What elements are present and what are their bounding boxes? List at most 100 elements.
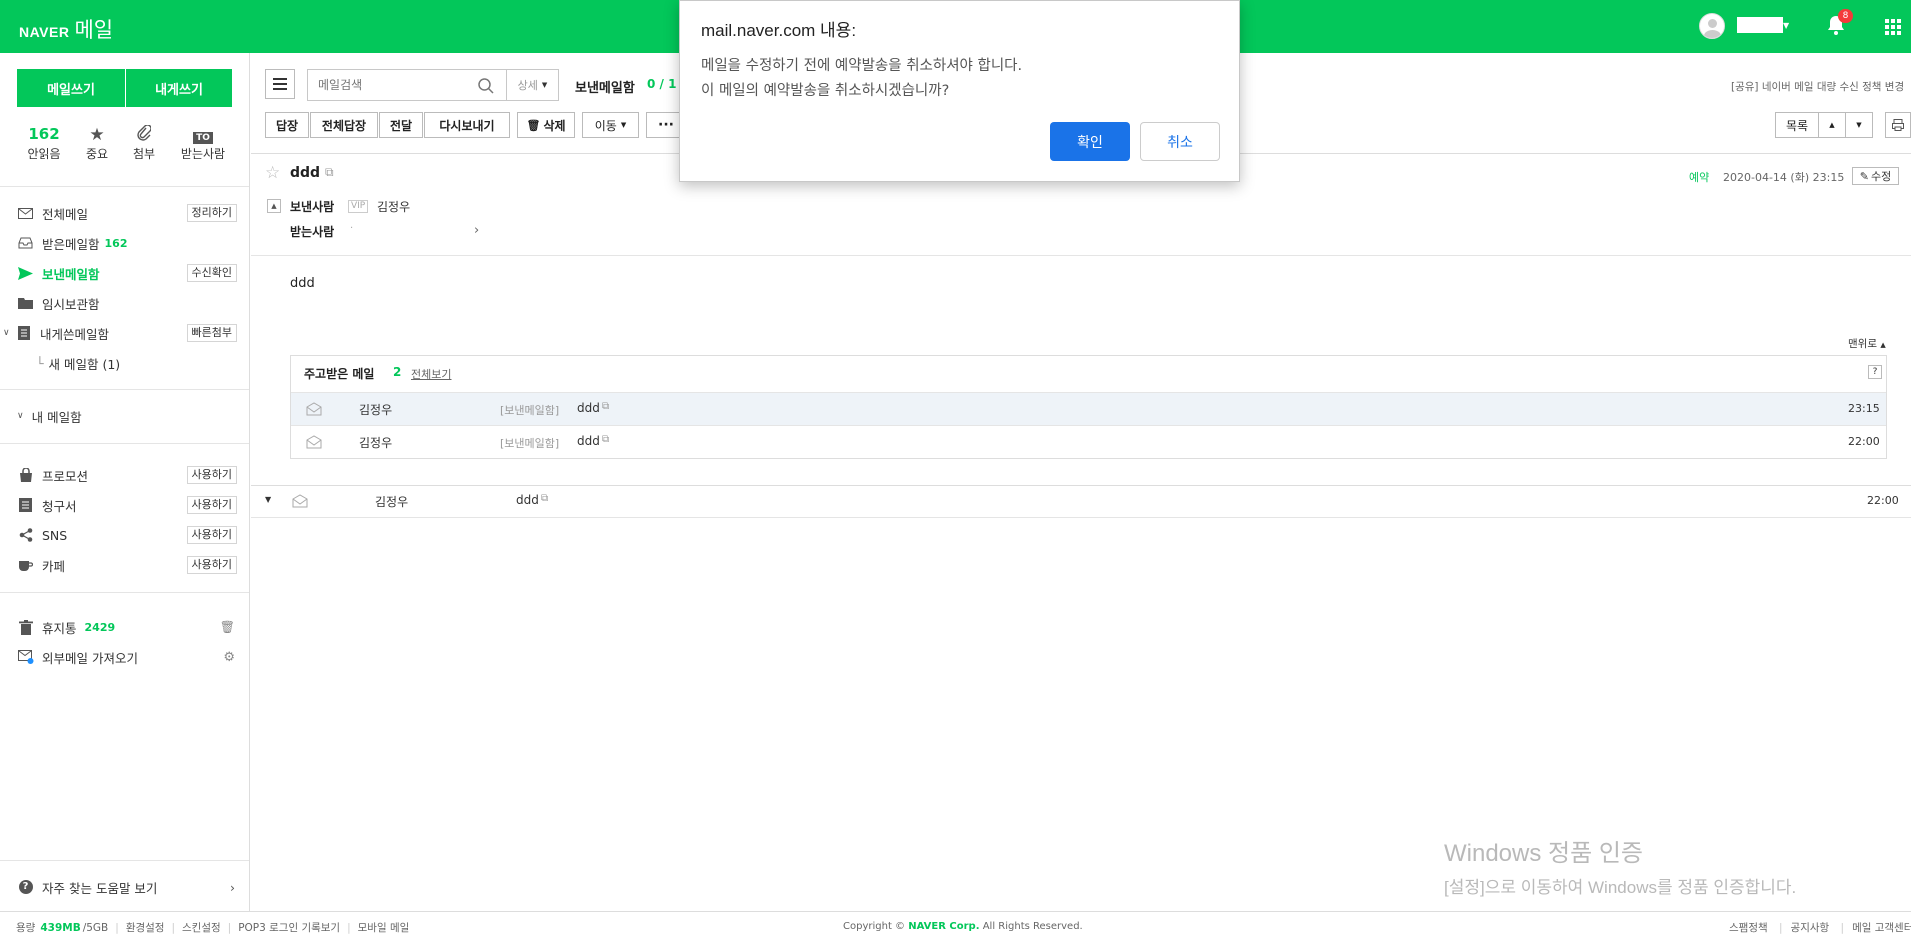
mail-open-icon [306, 435, 322, 449]
quick-unread[interactable]: 162 안읽음 [19, 125, 69, 162]
settings-link[interactable]: 환경설정 [126, 920, 165, 935]
watermark-title: Windows 정품 인증 [1444, 840, 1644, 867]
paperclip-icon [119, 124, 169, 145]
thread-row[interactable]: 김정우 [보낸메일함] ddd ⧉ 22:00 [291, 425, 1886, 458]
mobile-mail-link[interactable]: 모바일 메일 [358, 920, 410, 935]
folder-icon [17, 296, 34, 310]
move-button[interactable]: 이동 ▼ [582, 112, 639, 138]
use-button[interactable]: 사용하기 [186, 526, 237, 544]
user-menu-caret-icon[interactable]: ▼ [1783, 21, 1789, 30]
app-bills[interactable]: 청구서 사용하기 [17, 495, 239, 515]
collapse-header-button[interactable]: ▲ [267, 199, 281, 213]
help-link[interactable]: ? 자주 찾는 도움말 보기 › [17, 877, 239, 897]
forward-button[interactable]: 전달 [379, 112, 423, 138]
customer-center-link[interactable]: 메일 고객센터 [1852, 922, 1911, 934]
external-link-icon[interactable]: ⧉ [541, 493, 548, 504]
star-toggle-icon[interactable]: ☆ [265, 163, 280, 183]
external-link-icon[interactable]: ⧉ [325, 165, 334, 180]
thread-row[interactable]: 김정우 [보낸메일함] ddd ⧉ 23:15 [291, 392, 1886, 425]
copyright-pre: Copyright © [843, 921, 906, 932]
quick-recipients[interactable]: TO 받는사람 [178, 125, 228, 162]
pop3-log-link[interactable]: POP3 로그인 기록보기 [238, 920, 340, 935]
previous-mail-button[interactable]: ▲ [1818, 112, 1846, 138]
dialog-line-1: 메일을 수정하기 전에 예약발송을 취소하셔야 합니다. [701, 58, 1023, 74]
folder-sent[interactable]: 보낸메일함 수신확인 [17, 263, 239, 283]
folder-label: 새 메일함 (1) [48, 356, 121, 372]
gear-icon[interactable]: ⚙ [223, 650, 235, 665]
next-mail-sender: 김정우 [375, 495, 409, 509]
inbox-icon [17, 236, 34, 250]
app-cafe[interactable]: 카페 사용하기 [17, 555, 239, 575]
vip-badge[interactable]: VIP [348, 200, 369, 213]
expand-caret-icon[interactable]: ▼ [265, 495, 271, 504]
quick-attach-button[interactable]: 빠른첨부 [186, 324, 237, 342]
ok-button[interactable]: 확인 [1050, 122, 1130, 161]
folder-inbox[interactable]: 받은메일함 162 [17, 233, 239, 253]
user-avatar[interactable] [1699, 13, 1725, 39]
external-link-icon[interactable]: ⧉ [602, 434, 609, 445]
question-circle-icon: ? [17, 880, 34, 894]
chevron-down-icon[interactable]: ∨ [3, 328, 15, 338]
quick-important[interactable]: ★ 중요 [72, 125, 122, 162]
next-mail-button[interactable]: ▼ [1845, 112, 1873, 138]
recipient-redacted: · [350, 223, 354, 234]
next-mail-row[interactable]: ▼ 김정우 ddd ⧉ 22:00 [251, 486, 1911, 518]
search-detail-button[interactable]: 상세 ▼ [507, 69, 559, 101]
folder-all-mail[interactable]: 전체메일 정리하기 [17, 203, 239, 223]
my-mailbox-toggle[interactable]: ∨ 내 메일함 [17, 406, 239, 426]
copyright-post: All Rights Reserved. [982, 921, 1083, 932]
search-input[interactable] [318, 78, 458, 92]
apps-grid-icon[interactable] [1885, 19, 1901, 35]
reply-button[interactable]: 답장 [265, 112, 309, 138]
next-mail-subject[interactable]: ddd [516, 493, 539, 507]
app-sns[interactable]: SNS 사용하기 [17, 525, 239, 545]
resend-button[interactable]: 다시보내기 [424, 112, 510, 138]
list-button[interactable]: 목록 [1775, 112, 1819, 138]
folder-label: 내게쓴메일함 [40, 326, 110, 342]
folder-drafts[interactable]: 임시보관함 [17, 293, 239, 313]
print-icon[interactable] [1885, 112, 1911, 138]
quick-attachment[interactable]: 첨부 [119, 124, 169, 162]
spam-policy-link[interactable]: 스팸정책 [1729, 922, 1768, 934]
naver-mail-logo[interactable]: NAVER 메일 [19, 14, 113, 44]
search-icon[interactable] [478, 78, 494, 94]
thread-help-button[interactable]: ? [1868, 365, 1882, 379]
thread-time: 23:15 [1848, 402, 1880, 415]
thread-subject[interactable]: ddd [577, 434, 600, 448]
notice-link[interactable]: 공지사항 [1791, 922, 1830, 934]
footer-right: 스팸정책 | 공지사항 | 메일 고객센터 [1729, 920, 1911, 935]
folder-to-self[interactable]: ∨ 내게쓴메일함 빠른첨부 [3, 323, 239, 343]
write-mail-button[interactable]: 메일쓰기 [17, 69, 125, 107]
use-button[interactable]: 사용하기 [186, 556, 237, 574]
write-to-self-button[interactable]: 내게쓰기 [126, 69, 232, 107]
cancel-button[interactable]: 취소 [1140, 122, 1220, 161]
folder-new-mailbox[interactable]: └ 새 메일함 (1) [36, 353, 236, 373]
organize-button[interactable]: 정리하기 [186, 204, 237, 222]
thread-box: 주고받은 메일 2 전체보기 ? 김정우 [보낸메일함] ddd ⧉ 23:15… [290, 355, 1887, 459]
external-link-icon[interactable]: ⧉ [602, 401, 609, 412]
skin-settings-link[interactable]: 스킨설정 [182, 920, 221, 935]
view-all-link[interactable]: 전체보기 [411, 366, 451, 382]
edit-button[interactable]: ✎ 수정 [1852, 167, 1899, 185]
delete-button[interactable]: 🗑 삭제 [517, 112, 575, 138]
thread-sender: 김정우 [359, 436, 393, 450]
user-name-redacted[interactable] [1737, 17, 1783, 33]
copyright-corp[interactable]: NAVER Corp. [908, 921, 979, 932]
external-mail[interactable]: 외부메일 가져오기 ⚙ [17, 647, 239, 667]
folder-trash[interactable]: 휴지통 2429 🗑 [17, 617, 239, 637]
use-button[interactable]: 사용하기 [186, 496, 237, 514]
empty-trash-icon[interactable]: 🗑 [220, 620, 235, 634]
sender-name[interactable]: 김정우 [377, 198, 410, 215]
to-top-link[interactable]: 맨위로 ▲ [1848, 336, 1886, 351]
menu-toggle-button[interactable] [265, 69, 295, 99]
app-promotion[interactable]: 프로모션 사용하기 [17, 465, 239, 485]
folder-label: 보낸메일함 [42, 266, 100, 282]
reply-all-button[interactable]: 전체답장 [310, 112, 378, 138]
app-label: SNS [42, 527, 68, 543]
up-caret-icon: ▲ [1880, 341, 1886, 349]
read-receipt-button[interactable]: 수신확인 [186, 264, 237, 282]
policy-notice-link[interactable]: [공유] 네이버 메일 대량 수신 정책 변경 [1731, 79, 1904, 94]
use-button[interactable]: 사용하기 [186, 466, 237, 484]
chevron-right-icon[interactable]: › [474, 223, 479, 238]
thread-subject[interactable]: ddd [577, 401, 600, 415]
